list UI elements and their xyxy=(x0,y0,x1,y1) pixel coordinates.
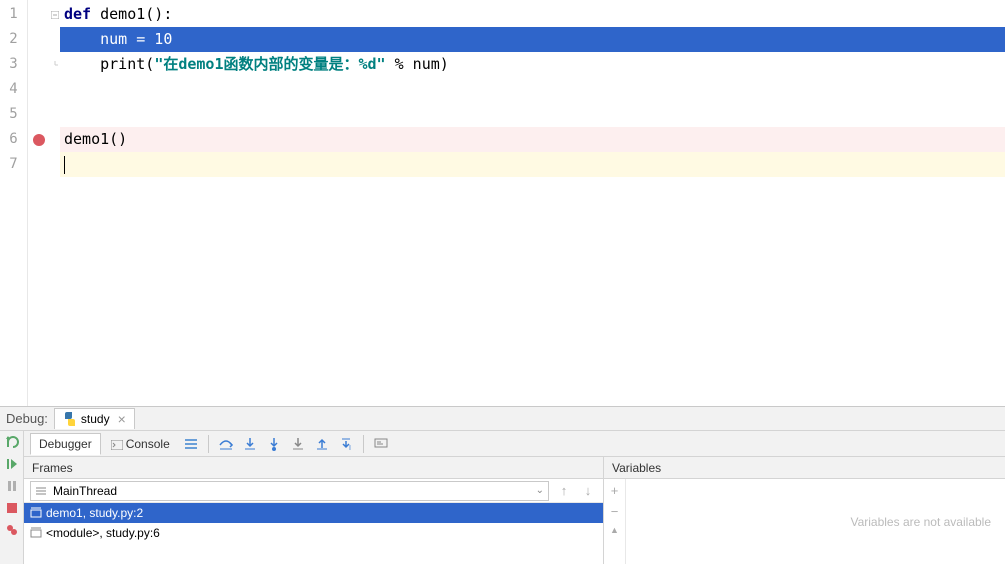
line-number[interactable]: 4 xyxy=(0,77,27,102)
marker-gutter xyxy=(28,0,50,406)
evaluate-expression-button[interactable] xyxy=(370,434,392,454)
tab-console[interactable]: Console xyxy=(103,434,178,454)
svg-text:I: I xyxy=(349,445,351,451)
debug-header: Debug: study × xyxy=(0,407,1005,431)
debug-panel: Debug: study × Debugger Console xyxy=(0,406,1005,564)
step-into-my-code-button[interactable] xyxy=(263,434,285,454)
code-line: def demo1(): xyxy=(60,2,1005,27)
thread-selector[interactable]: MainThread ⌄ xyxy=(30,481,549,501)
code-line-current xyxy=(60,152,1005,177)
remove-watch-button[interactable]: − xyxy=(611,504,619,519)
debug-run-tab[interactable]: study × xyxy=(54,408,135,429)
pause-button[interactable] xyxy=(3,477,21,495)
line-number[interactable]: 6 xyxy=(0,127,27,152)
chevron-down-icon: ⌄ xyxy=(536,485,544,496)
debug-label: Debug: xyxy=(6,411,48,426)
console-icon xyxy=(111,439,123,449)
view-breakpoints-button[interactable] xyxy=(3,521,21,539)
fold-end-icon xyxy=(50,52,60,77)
frame-list: demo1, study.py:2 <module>, study.py:6 xyxy=(24,503,603,564)
frame-prev-button[interactable]: ↑ xyxy=(555,482,573,500)
step-into-button[interactable] xyxy=(239,434,261,454)
debug-toolbar: Debugger Console I xyxy=(24,431,1005,457)
frames-pane: Frames MainThread ⌄ ↑ ↓ demo1, s xyxy=(24,457,604,564)
code-line: print("在demo1函数内部的变量是：%d" % num) xyxy=(60,52,1005,77)
line-number[interactable]: 7 xyxy=(0,152,27,177)
resume-button[interactable] xyxy=(3,455,21,473)
force-step-into-button[interactable] xyxy=(287,434,309,454)
line-number[interactable]: 1 xyxy=(0,2,27,27)
step-out-button[interactable] xyxy=(311,434,333,454)
frame-item[interactable]: demo1, study.py:2 xyxy=(24,503,603,523)
code-line-selected: num = 10 xyxy=(60,27,1005,52)
frame-item[interactable]: <module>, study.py:6 xyxy=(24,523,603,543)
thread-icon xyxy=(35,486,47,496)
code-line xyxy=(60,77,1005,102)
variables-header: Variables xyxy=(604,457,1005,479)
line-number[interactable]: 5 xyxy=(0,102,27,127)
debug-sidebar xyxy=(0,431,24,564)
add-watch-button[interactable]: + xyxy=(611,483,619,498)
variables-pane: Variables + − ▲ Variables are not availa… xyxy=(604,457,1005,564)
text-caret xyxy=(64,156,65,174)
close-tab-icon[interactable]: × xyxy=(118,411,126,427)
step-over-button[interactable] xyxy=(215,434,237,454)
line-number[interactable]: 3 xyxy=(0,52,27,77)
editor-area: 1 2 3 4 5 6 7 def demo1(): num = 10 prin… xyxy=(0,0,1005,406)
breakpoint-marker[interactable] xyxy=(28,127,50,152)
frames-header: Frames xyxy=(24,457,603,479)
threads-icon[interactable] xyxy=(180,434,202,454)
stop-button[interactable] xyxy=(3,499,21,517)
frame-icon xyxy=(30,507,42,519)
tab-debugger[interactable]: Debugger xyxy=(30,433,101,455)
run-to-cursor-button[interactable]: I xyxy=(335,434,357,454)
fold-gutter xyxy=(50,0,60,406)
rerun-button[interactable] xyxy=(3,433,21,451)
python-icon xyxy=(63,412,77,426)
up-button[interactable]: ▲ xyxy=(610,525,619,535)
line-number[interactable]: 2 xyxy=(0,27,27,52)
frame-icon xyxy=(30,527,42,539)
frame-next-button[interactable]: ↓ xyxy=(579,482,597,500)
code-editor[interactable]: def demo1(): num = 10 print("在demo1函数内部的… xyxy=(60,0,1005,406)
code-line xyxy=(60,102,1005,127)
code-line-breakpoint: demo1() xyxy=(60,127,1005,152)
line-number-gutter: 1 2 3 4 5 6 7 xyxy=(0,0,28,406)
fold-toggle-icon[interactable] xyxy=(50,2,60,27)
variables-placeholder: Variables are not available xyxy=(626,479,1005,564)
